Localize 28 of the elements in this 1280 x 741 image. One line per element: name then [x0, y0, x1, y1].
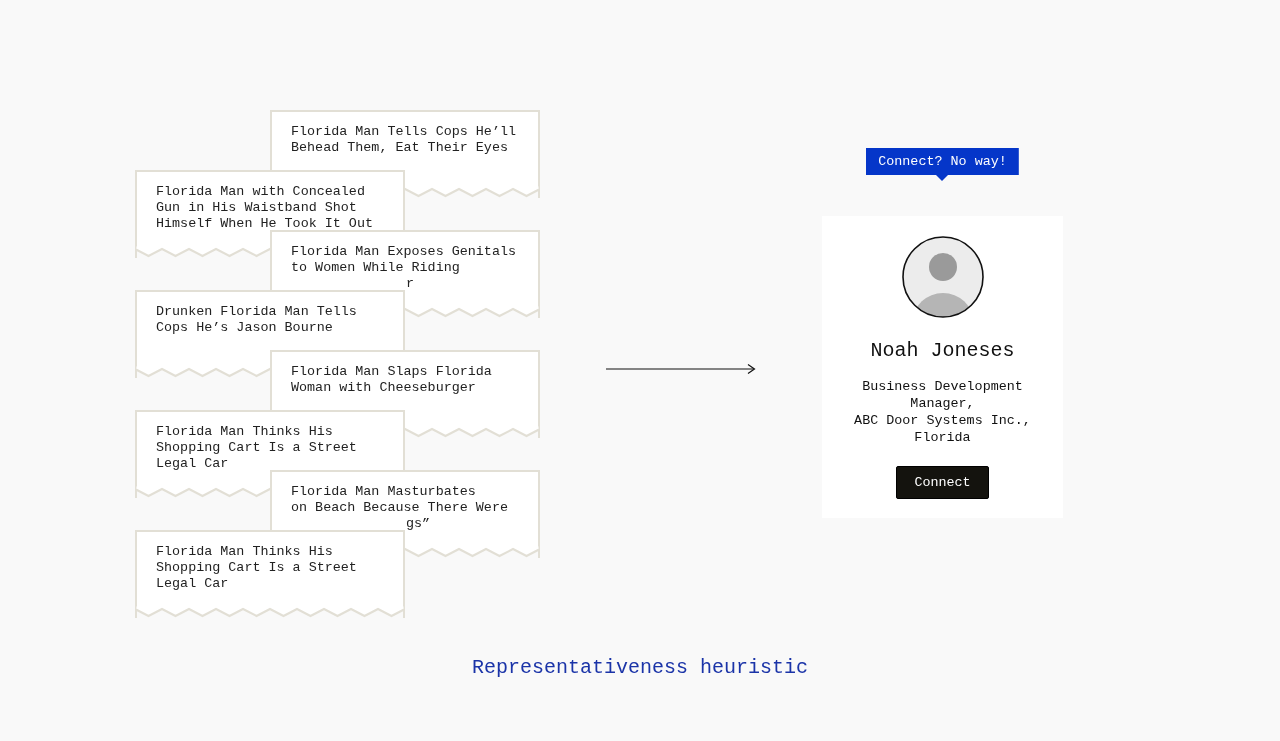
- headline-text: Shopping Cart Is a Street: [156, 440, 358, 456]
- headline-text: Cops He’s Jason Bourne: [156, 320, 334, 336]
- headline-text: Shopping Cart Is a Street: [156, 560, 358, 576]
- headline-text: Florida Man Masturbates: [291, 484, 477, 500]
- headline-text: Behead Them, Eat Their Eyes: [291, 140, 509, 156]
- arrow-icon: [606, 363, 756, 375]
- headline-text: Florida Man Exposes Genitals: [291, 244, 517, 260]
- headline-text: Legal Car: [156, 576, 230, 592]
- headline-text: Florida Man with Concealed: [156, 184, 366, 200]
- profile-name: Noah Joneses: [870, 339, 1015, 362]
- profile-title: Business Development Manager, ABC Door Systems Inc., Florida: [854, 378, 1031, 446]
- headline-text: Florida Man Tells Cops He’ll: [291, 124, 517, 140]
- headline-text: Florida Man Slaps Florida: [291, 364, 493, 380]
- headline-text: on Beach Because There Were: [291, 500, 509, 516]
- headline-text: Woman with Cheeseburger: [291, 380, 477, 396]
- headline-text: Florida Man Thinks His: [156, 424, 334, 440]
- headline-text: Florida Man Thinks His: [156, 544, 334, 560]
- caption: Representativeness heuristic: [471, 656, 809, 679]
- headline-text: gs”: [405, 516, 432, 532]
- headline-text: r: [405, 276, 416, 292]
- connect-button[interactable]: Connect: [896, 466, 989, 499]
- headline-text: Gun in His Waistband Shot: [156, 200, 358, 216]
- headline-text: Legal Car: [156, 456, 230, 472]
- avatar-icon: [900, 235, 985, 319]
- headline-text: to Women While Riding: [291, 260, 461, 276]
- headline-text: Himself When He Took It Out: [156, 216, 374, 232]
- tooltip: Connect? No way!: [866, 148, 1019, 181]
- headline-text: Drunken Florida Man Tells: [156, 304, 358, 320]
